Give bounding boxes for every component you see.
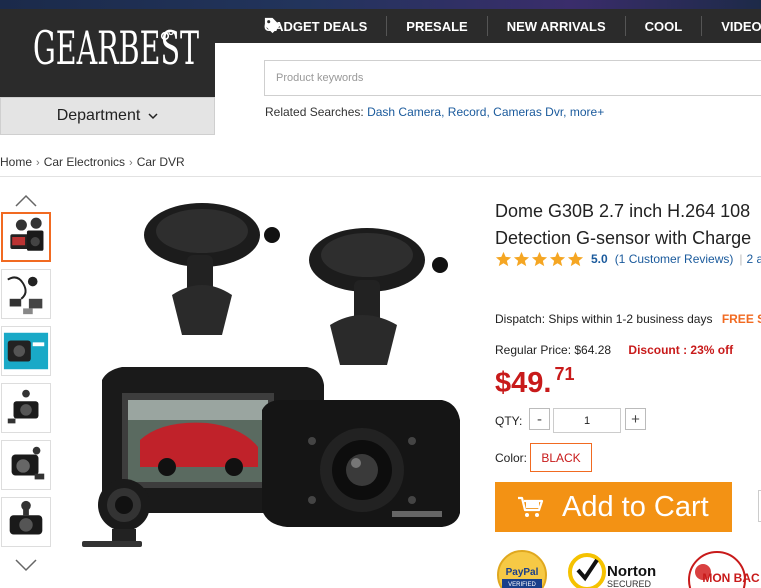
search-input[interactable]: Product keywords	[264, 60, 761, 96]
discount-label: Discount : 23% off	[628, 343, 734, 357]
top-banner-strip	[0, 0, 761, 9]
tag-icon	[264, 17, 281, 34]
thumbnail-rear-camera-image	[7, 389, 39, 424]
regular-price-value: $64.28	[574, 343, 612, 357]
nav-cool[interactable]: COOL	[624, 16, 702, 36]
thumbnail-2[interactable]	[1, 269, 51, 319]
thumbnail-side-image	[11, 446, 45, 480]
regular-price-label: Regular Price:	[495, 343, 572, 357]
related-link-dash-camera[interactable]: Dash Camera,	[367, 105, 444, 119]
color-label: Color:	[495, 451, 528, 465]
main-product-image	[82, 203, 460, 547]
add-to-cart-button[interactable]: Add to Cart	[495, 482, 732, 532]
thumbnail-box-image	[3, 332, 49, 370]
nav-new-arrivals[interactable]: NEW ARRIVALS	[486, 16, 625, 36]
qty-decrease-button[interactable]: -	[529, 408, 550, 430]
chevron-down-icon[interactable]	[14, 558, 38, 572]
thumbnail-5[interactable]	[1, 440, 51, 490]
paypal-badge-text: PayPal	[506, 567, 539, 578]
customer-reviews-link[interactable]: (1 Customer Reviews)	[615, 252, 734, 266]
thumbnail-front-image	[9, 500, 43, 535]
star-icon	[549, 251, 566, 267]
nav-gadget-deals[interactable]: GADGET DEALS	[215, 16, 386, 36]
department-label: Department	[56, 107, 141, 124]
add-to-cart-label: Add to Cart	[562, 490, 709, 523]
star-rating	[495, 251, 585, 267]
star-icon	[495, 251, 512, 267]
gear-icon	[160, 29, 174, 41]
norton-badge-text: Norton	[607, 563, 656, 580]
divider	[0, 176, 761, 177]
star-icon	[531, 251, 548, 267]
nav-video[interactable]: VIDEO	[701, 16, 761, 36]
cart-icon	[518, 496, 544, 517]
department-dropdown[interactable]: Department	[0, 97, 215, 135]
sale-price-main: $49.	[495, 367, 552, 399]
thumbnail-3[interactable]	[1, 326, 51, 376]
related-label: Related Searches:	[265, 105, 364, 119]
nav-presale[interactable]: PRESALE	[386, 16, 486, 36]
thumbnail-1[interactable]	[1, 212, 51, 262]
color-option-black[interactable]: BLACK	[530, 443, 592, 472]
dispatch-row: Dispatch: Ships within 1-2 business days…	[495, 312, 761, 326]
related-searches: Related Searches: Dash Camera, Record, C…	[265, 105, 604, 119]
thumbnail-6[interactable]	[1, 497, 51, 547]
extra-link-label: 2 a	[746, 252, 761, 266]
paypal-verified-text: VERIFIED	[508, 582, 536, 588]
breadcrumb-home[interactable]: Home	[0, 155, 32, 169]
sale-price: $49. 71	[495, 364, 575, 400]
related-link-cameras-dvr[interactable]: Cameras Dvr,	[493, 105, 566, 119]
breadcrumb-car-dvr[interactable]: Car DVR	[137, 155, 185, 169]
logo-wordmark: GEARBEST	[33, 21, 200, 75]
page: GEARBEST Department GADGET DEALS PRESALE…	[0, 0, 761, 588]
chevron-right-icon: ›	[129, 157, 133, 169]
product-title-line1: Dome G30B 2.7 inch H.264 108	[495, 201, 751, 221]
dispatch-label: Dispatch:	[495, 312, 546, 326]
product-title: Dome G30B 2.7 inch H.264 108 Detection G…	[495, 198, 751, 252]
norton-secured-badge: Norton SECURED	[568, 553, 656, 588]
rating-score: 5.0	[591, 252, 608, 266]
star-icon	[513, 251, 530, 267]
logo-block[interactable]: GEARBEST	[0, 9, 215, 97]
separator: |	[739, 252, 743, 266]
related-link-record[interactable]: Record,	[448, 105, 490, 119]
money-back-text: MON BAC	[702, 571, 760, 585]
thumbnail-4[interactable]	[1, 383, 51, 433]
search-placeholder: Product keywords	[276, 72, 364, 84]
paypal-verified-badge: PayPal VERIFIED	[497, 550, 547, 588]
regular-price-row: Regular Price: $64.28 Discount : 23% off	[495, 343, 733, 357]
breadcrumb-car-electronics[interactable]: Car Electronics	[44, 155, 125, 169]
thumbnail-dashcam-image	[10, 217, 44, 251]
star-icon	[567, 251, 584, 267]
top-nav: GADGET DEALS PRESALE NEW ARRIVALS COOL V…	[215, 9, 761, 43]
related-link-more[interactable]: more+	[570, 105, 604, 119]
chevron-up-icon[interactable]	[14, 194, 38, 208]
norton-secured-text: SECURED	[607, 579, 652, 588]
free-shipping-label: FREE S	[721, 312, 761, 326]
qty-increase-button[interactable]: +	[625, 408, 646, 430]
product-title-line2: Detection G-sensor with Charge	[495, 228, 752, 248]
qty-label: QTY:	[495, 414, 523, 428]
dispatch-value: Ships within 1-2 business days	[548, 312, 713, 326]
chevron-right-icon: ›	[36, 157, 40, 169]
extra-link[interactable]: | 2 a	[739, 252, 761, 266]
thumbnail-accessories-image	[7, 276, 43, 315]
chevron-down-icon	[148, 113, 158, 120]
rating-row: 5.0 (1 Customer Reviews) | 2 a	[495, 251, 761, 267]
breadcrumb: Home › Car Electronics › Car DVR	[0, 155, 185, 169]
money-back-badge: MON BAC	[688, 551, 760, 588]
qty-input[interactable]: 1	[553, 408, 621, 433]
sale-price-cents: 71	[554, 364, 575, 384]
